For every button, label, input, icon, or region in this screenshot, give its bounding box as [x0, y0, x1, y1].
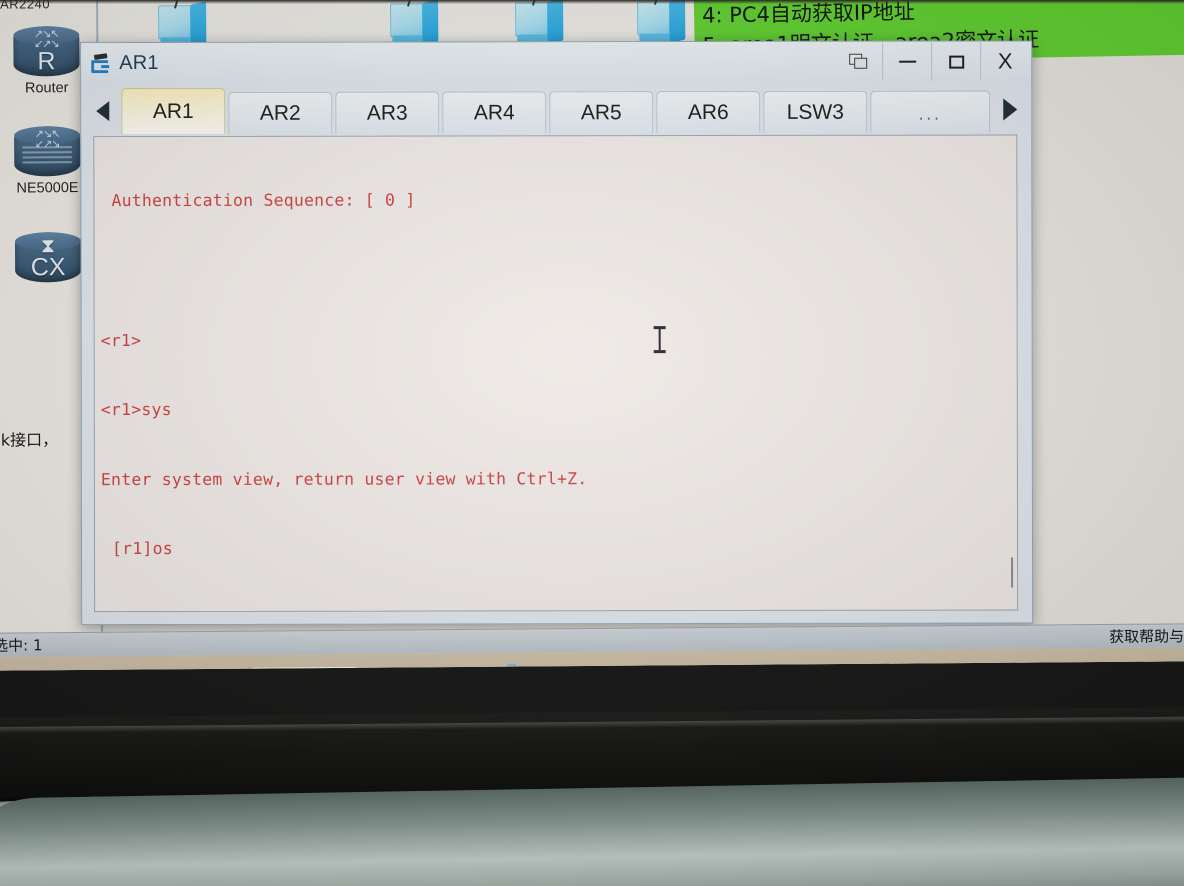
text-caret [1011, 557, 1014, 588]
cascade-button[interactable] [833, 43, 882, 81]
start-button[interactable] [188, 665, 224, 671]
tab-ar2[interactable]: AR2 [228, 91, 333, 134]
blue-app-button[interactable]: M [759, 660, 795, 671]
store-icon [498, 663, 526, 671]
cli-line-blank [101, 258, 1009, 283]
wechat-button[interactable] [812, 660, 848, 671]
shield-icon: L [552, 666, 578, 671]
tab-ar2-label: AR2 [259, 101, 301, 125]
ensp-icon [922, 665, 950, 671]
360-browser-icon: e [710, 665, 738, 671]
maximize-button[interactable] [931, 42, 981, 81]
tab-ar3-label: AR3 [366, 101, 408, 125]
task-view-button[interactable] [388, 663, 424, 671]
status-help-feedback-link[interactable]: 获取帮助与反 [1109, 625, 1184, 647]
edge-button[interactable] [600, 662, 636, 671]
microsoft-store-button[interactable] [494, 663, 530, 671]
close-button[interactable]: X [980, 42, 1030, 81]
photo-of-laptop-screen: Ethernet 0/0/1 Ethernet 0/0/1 Ethernet 0… [0, 0, 1184, 886]
word-button[interactable]: W [971, 659, 1007, 671]
cli-line: Enter system view, return user view with… [100, 469, 588, 489]
tab-scroll-right-button[interactable] [991, 86, 1029, 132]
ne5000e-icon: ↗↘↖ ↙↗↘ [14, 120, 81, 179]
ensp-button[interactable] [918, 659, 954, 671]
search-box[interactable]: 搜索 [240, 666, 368, 671]
close-icon: X [997, 48, 1013, 74]
cli-line: [r1]ospf [101, 606, 1009, 612]
cli-console[interactable]: Authentication Sequence: [ 0 ] <r1> <r1>… [93, 134, 1019, 613]
tab-lsw3[interactable]: LSW3 [763, 90, 868, 133]
device-tab-bar[interactable]: AR1 AR2 AR3 AR4 AR5 AR6 LSW3 ... [81, 82, 1032, 135]
vscode-icon [869, 665, 896, 671]
windows-logo-icon [191, 668, 220, 671]
tab-ar1[interactable]: AR1 [121, 87, 226, 135]
tab-ar5[interactable]: AR5 [549, 91, 654, 134]
cli-line: [r1]os [112, 539, 173, 559]
cx-icon: ⧗ CX [14, 226, 82, 285]
wechat-icon [815, 666, 844, 671]
router-icon-letter: R [37, 47, 56, 76]
minimize-icon [898, 60, 916, 63]
cli-line: <r1> [100, 330, 142, 350]
lenovo-app-button[interactable]: L [547, 662, 583, 671]
cli-output[interactable]: Authentication Sequence: [ 0 ] <r1> <r1>… [94, 135, 1017, 612]
chevron-left-icon [95, 101, 109, 122]
cx-icon-letter: CX [30, 253, 66, 282]
sticky-note-line-2: 4: PC4自动获取IP地址 [701, 0, 915, 28]
minimize-button[interactable] [882, 42, 932, 81]
tab-overflow[interactable]: ... [870, 90, 991, 133]
tab-ar5-label: AR5 [580, 100, 622, 124]
vscode-button[interactable] [865, 660, 901, 671]
tab-ar4-label: AR4 [473, 100, 515, 124]
file-explorer-icon [443, 668, 474, 671]
task-view-icon [392, 669, 420, 671]
window-title-bar[interactable]: AR1 X [81, 41, 1032, 85]
word-icon: W [976, 663, 1002, 671]
tab-lsw3-label: LSW3 [786, 100, 844, 124]
window-controls[interactable]: X [833, 42, 1030, 81]
cascade-icon [848, 53, 867, 70]
network-app-button[interactable]: I·I [653, 661, 689, 671]
edge-icon [604, 666, 632, 671]
tab-ar6[interactable]: AR6 [656, 90, 761, 134]
window-title: AR1 [119, 51, 159, 75]
tab-ar6-label: AR6 [687, 100, 729, 124]
file-explorer-button[interactable] [441, 663, 477, 671]
browser-360-button[interactable]: e [706, 661, 742, 671]
topology-pc-4[interactable] [635, 0, 693, 46]
circle-node-icon: I·I [658, 666, 684, 671]
chevron-right-icon [1003, 98, 1018, 121]
tab-overflow-label: ... [918, 104, 942, 124]
maximize-icon [948, 55, 964, 69]
cli-line: Authentication Sequence: [ 0 ] [111, 190, 416, 211]
laptop-screen: Ethernet 0/0/1 Ethernet 0/0/1 Ethernet 0… [0, 0, 1184, 671]
blue-square-icon: M [763, 665, 790, 671]
screen-top-edge [0, 0, 1184, 4]
tab-scroll-left-button[interactable] [83, 88, 121, 134]
tab-ar3[interactable]: AR3 [335, 91, 440, 134]
router-icon: ↗↘↖ ↙↗↘ R [13, 20, 80, 79]
tab-ar1-label: AR1 [152, 99, 194, 123]
topology-pc-3[interactable] [513, 0, 571, 46]
router-console-icon [90, 52, 112, 74]
cli-line: <r1>sys [100, 400, 172, 420]
mouse-text-cursor-icon [653, 325, 666, 353]
tab-ar4[interactable]: AR4 [442, 91, 547, 134]
ar1-console-window[interactable]: AR1 X AR1 AR2 AR3 AR4 AR5 AR6 LSW3 ... A… [80, 40, 1034, 626]
status-selected-count: 选中: 1 [0, 636, 43, 655]
